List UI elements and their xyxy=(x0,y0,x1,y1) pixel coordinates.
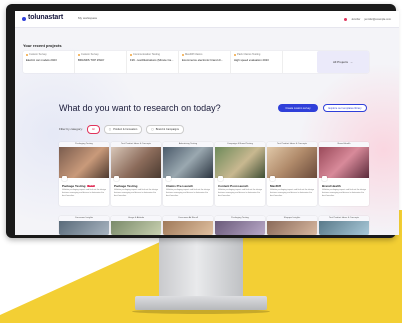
recent-project-card[interactable]: Pack Claims Testing High speed evaluatio… xyxy=(231,51,283,73)
card-image xyxy=(59,221,109,235)
recent-projects-title: Your recent projects xyxy=(23,43,62,48)
recent-project-card[interactable]: Custom Survey Electric car models 2023 xyxy=(23,51,75,73)
card-image xyxy=(319,147,369,178)
app-logo[interactable]: tolunastart xyxy=(28,14,63,21)
project-type-icon xyxy=(182,53,184,56)
template-card[interactable]: Test Product Ideas & Concepts xyxy=(319,216,369,235)
template-icon xyxy=(166,176,171,181)
card-description: Validate packaging impact and find out t… xyxy=(166,189,210,197)
card-title: Package Testing xyxy=(62,184,86,188)
filter-chip-brand[interactable]: ▢ Brand & Campaigns xyxy=(146,124,184,134)
project-name: F26 - test/illustrations (Minute Ca... xyxy=(130,58,174,62)
chip-label: Product & Innovation xyxy=(113,127,138,131)
card-description: Validate packaging impact and find out t… xyxy=(322,189,366,197)
recent-project-card[interactable]: Custom Survey BRANDS TOP 2WAY xyxy=(75,51,127,73)
template-icon xyxy=(322,176,327,181)
template-card[interactable]: Shopper Insights xyxy=(267,216,317,235)
card-description: Validate packaging impact and find out t… xyxy=(218,189,262,197)
card-image xyxy=(267,147,317,178)
project-type-icon xyxy=(130,53,132,56)
project-type: Communication Testing xyxy=(133,53,160,56)
filter-chip-all[interactable]: All xyxy=(86,124,100,134)
card-image xyxy=(215,221,265,235)
recent-project-card[interactable]: MaxDiff Claims Ecommerce electronic bran… xyxy=(179,51,231,73)
card-description: Validate packaging impact and find out t… xyxy=(114,189,158,197)
create-custom-survey-button[interactable]: Create custom survey xyxy=(278,104,318,112)
project-type: Custom Survey xyxy=(81,53,99,56)
card-image xyxy=(215,147,265,178)
page-title: What do you want to research on today? xyxy=(59,103,221,113)
project-name: BRANDS TOP 2WAY xyxy=(78,58,105,62)
card-image xyxy=(267,221,317,235)
card-title: Claims Pre-Launch xyxy=(166,184,194,188)
project-name: High speed evaluation 2023 xyxy=(234,58,269,62)
logo-icon xyxy=(22,17,26,21)
avatar[interactable] xyxy=(344,17,348,21)
card-image xyxy=(111,147,161,178)
top-navbar: tolunastart My workspace Jennifer jennif… xyxy=(15,11,399,28)
category-filter: Filter by category: All ▢ Product & Innov… xyxy=(59,124,184,134)
card-image xyxy=(163,221,213,235)
project-type-icon xyxy=(26,53,28,56)
chip-label: Brand & Campaigns xyxy=(155,127,179,131)
chip-icon: ▢ xyxy=(108,127,112,131)
explore-templates-button[interactable]: Explore our templates library xyxy=(323,104,367,112)
template-icon xyxy=(62,176,67,181)
card-image xyxy=(163,147,213,178)
arrow-right-icon: → xyxy=(350,60,353,64)
project-type: Pack Claims Testing xyxy=(237,53,261,56)
template-card[interactable]: Test Product Ideas & Concepts MaxDiff Va… xyxy=(267,142,317,206)
user-menu[interactable]: Jennifer jennifer@example.com xyxy=(344,15,391,23)
template-card[interactable]: Usage & Attitude xyxy=(111,216,161,235)
project-type: MaxDiff Claims xyxy=(185,53,203,56)
card-image xyxy=(319,221,369,235)
template-card[interactable]: Campaign & Brand Testing Content Post-La… xyxy=(215,142,265,206)
project-name: Ecommerce electronic brand dr... xyxy=(182,58,224,62)
card-title: Package Testing xyxy=(114,184,138,188)
new-badge: NEW xyxy=(87,185,96,187)
card-description: Validate packaging impact and find out t… xyxy=(62,189,106,197)
card-title: Brand Health xyxy=(322,184,341,188)
all-projects-label: All Projects xyxy=(332,60,348,64)
template-card[interactable]: Advertising Testing Claims Pre-Launch Va… xyxy=(163,142,213,206)
template-cards: Packaging Testing Package Testing NEW Val… xyxy=(59,142,369,206)
monitor-frame: tolunastart My workspace Jennifer jennif… xyxy=(6,4,399,238)
filter-chip-product[interactable]: ▢ Product & Innovation xyxy=(103,124,143,134)
filter-label: Filter by category: xyxy=(59,127,83,131)
monitor-stand-neck xyxy=(159,236,243,298)
card-title: Content Post-Launch xyxy=(218,184,249,188)
recent-project-card[interactable]: Communication Testing F26 - test/illustr… xyxy=(127,51,179,73)
template-cards-row-2: Consumer Insights Usage & Attitude Consu… xyxy=(59,216,369,235)
app-screen: tolunastart My workspace Jennifer jennif… xyxy=(15,11,399,235)
project-type: Custom Survey xyxy=(29,53,47,56)
template-icon xyxy=(114,176,119,181)
card-title: MaxDiff xyxy=(270,184,281,188)
monitor-stand-base xyxy=(135,296,267,310)
card-image xyxy=(111,221,161,235)
project-type-icon xyxy=(234,53,236,56)
card-description: Validate packaging impact and find out t… xyxy=(270,189,314,197)
project-type-icon xyxy=(78,53,80,56)
project-name: Electric car models 2023 xyxy=(26,58,57,62)
template-card[interactable]: Packaging Testing xyxy=(215,216,265,235)
user-email: jennifer@example.com xyxy=(364,17,391,21)
template-card[interactable]: Consumer Insights xyxy=(59,216,109,235)
all-projects-button[interactable]: All Projects → xyxy=(317,51,369,73)
user-name: Jennifer xyxy=(351,17,361,21)
template-card[interactable]: Brand Health Brand Health Validate packa… xyxy=(319,142,369,206)
template-icon xyxy=(270,176,275,181)
chip-icon: ▢ xyxy=(151,127,154,131)
card-image xyxy=(59,147,109,178)
template-card[interactable]: Test Product Ideas & Concepts Package Te… xyxy=(111,142,161,206)
template-card[interactable]: Packaging Testing Package Testing NEW Val… xyxy=(59,142,109,206)
workspace-selector[interactable]: My workspace xyxy=(78,16,97,20)
template-card[interactable]: Consumer Ad Recall xyxy=(163,216,213,235)
template-icon xyxy=(218,176,223,181)
